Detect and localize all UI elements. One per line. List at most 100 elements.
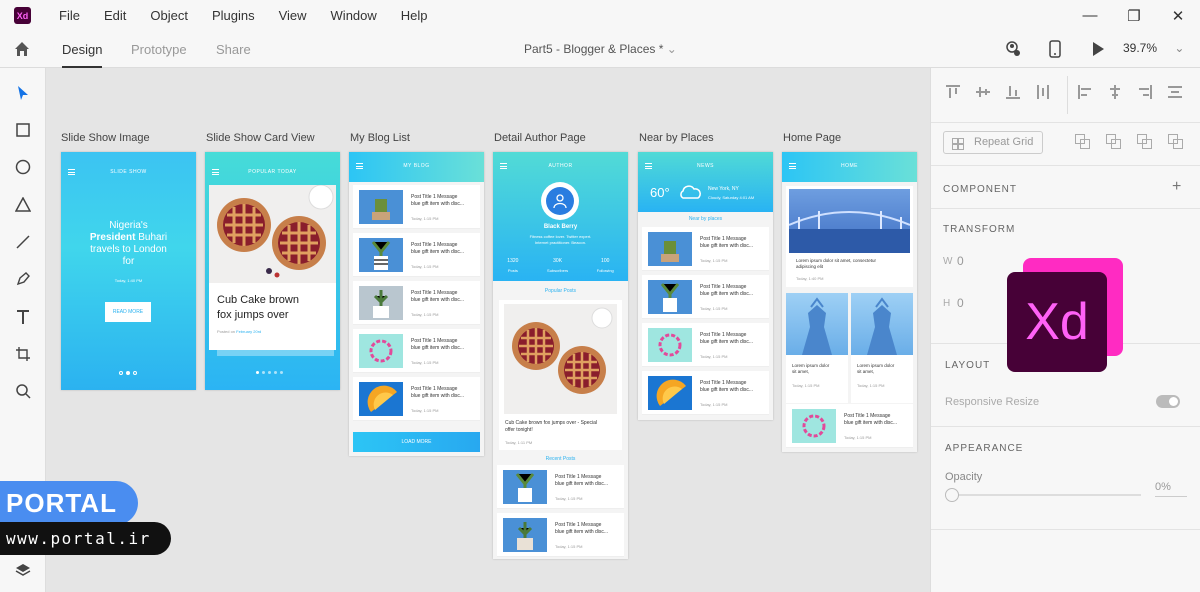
list-item[interactable]: Post Title 1 Message blue gift item with … [353, 281, 480, 325]
minimize-button[interactable]: — [1068, 0, 1112, 31]
list-item[interactable]: Post Title 1 Message blue gift item with … [353, 185, 480, 229]
post-text-line: offer tonight! [505, 427, 533, 433]
boolean-intersect-icon[interactable] [1137, 134, 1152, 154]
play-icon[interactable] [1091, 41, 1105, 62]
design-canvas[interactable]: Slide Show Image SLIDE SHOW Nigeria's Pr… [46, 68, 930, 592]
artboard-places[interactable]: NEWS 60° New York, NY Cloudy, Saturday 4… [638, 152, 773, 420]
post-date: Today, 1:15 PM [700, 258, 728, 263]
text-tool-icon[interactable] [13, 307, 33, 327]
headline-line: travels to London [90, 244, 167, 255]
layers-icon[interactable] [13, 560, 33, 580]
statue-image [786, 293, 848, 355]
maximize-button[interactable]: ❐ [1112, 0, 1156, 31]
distribute-vertical-icon[interactable] [1035, 84, 1051, 105]
grid-icon [952, 137, 964, 158]
artboard-label[interactable]: Slide Show Card View [206, 132, 315, 144]
list-item[interactable]: Post Title 1 Message blue gift item with … [497, 513, 624, 557]
menu-edit[interactable]: Edit [92, 8, 138, 23]
artboard-label[interactable]: My Blog List [350, 132, 410, 144]
menu-object[interactable]: Object [138, 8, 200, 23]
align-center-icon[interactable] [1107, 84, 1123, 105]
opacity-slider[interactable] [953, 494, 1141, 496]
tab-prototype[interactable]: Prototype [131, 31, 187, 68]
boolean-exclude-icon[interactable] [1168, 134, 1183, 154]
align-middle-icon[interactable] [975, 84, 991, 105]
distribute-horizontal-icon[interactable] [1167, 84, 1183, 105]
post-excerpt: blue gift item with disc... [844, 420, 898, 426]
post-title: Post Title 1 Message [411, 338, 458, 344]
zoom-select[interactable]: 39.7% ⌄ [1123, 41, 1184, 55]
list-item[interactable]: Post Title 1 Message blue gift item with … [353, 329, 480, 373]
post-title: Post Title 1 Message [700, 380, 747, 386]
list-item[interactable]: Post Title 1 Message blue gift item with … [642, 371, 769, 415]
menu-file[interactable]: File [47, 8, 92, 23]
artboard-label[interactable]: Near by Places [639, 132, 714, 144]
menu-plugins[interactable]: Plugins [200, 8, 267, 23]
read-more-button[interactable]: READ MORE [105, 302, 151, 322]
tab-share[interactable]: Share [216, 31, 251, 68]
section-title: Popular Posts [544, 288, 577, 294]
polygon-tool-icon[interactable] [13, 195, 33, 215]
hero-card[interactable]: Lorem ipsum dolor sit amet, consectetur a… [786, 186, 913, 287]
height-input[interactable]: 0 [957, 296, 964, 310]
artboard-label[interactable]: Slide Show Image [61, 132, 150, 144]
boolean-add-icon[interactable] [1075, 134, 1090, 154]
artboard-bloglist[interactable]: MY BLOG Post Title 1 Message blue gift it… [349, 152, 484, 456]
align-right-icon[interactable] [1137, 84, 1153, 105]
menu-bar: Xd File Edit Object Plugins View Window … [0, 0, 1200, 31]
list-item[interactable]: Post Title 1 Message blue gift item with … [642, 323, 769, 367]
tab-design[interactable]: Design [62, 31, 103, 68]
card-title: Cub Cake brown fox jumps over [217, 293, 299, 323]
home-icon[interactable] [13, 40, 31, 63]
align-top-icon[interactable] [945, 84, 961, 105]
slide-dots [119, 371, 137, 375]
list-item[interactable]: Post Title 1 Message blue gift item with … [642, 275, 769, 319]
list-item[interactable]: Post Title 1 Message blue gift item with … [497, 465, 624, 509]
artboard-slideshow[interactable]: SLIDE SHOW Nigeria's President Buhari tr… [61, 152, 196, 390]
artboard-cardview[interactable]: POPULAR TODAY Cub Cake brown fox jumps o… [205, 152, 340, 390]
add-component-icon[interactable]: + [1172, 178, 1181, 196]
post-title: Post Title 1 Message [411, 194, 458, 200]
grid-card[interactable]: Lorem ipsum dolor sit amet, Today, 1:15 P… [851, 293, 913, 403]
menu-view[interactable]: View [267, 8, 319, 23]
select-tool-icon[interactable] [13, 83, 33, 103]
grid-card[interactable]: Lorem ipsum dolor sit amet, Today, 1:15 P… [786, 293, 848, 403]
artboard-author[interactable]: AUTHOR Black Berry Fitness coffee lover.… [493, 152, 628, 559]
artboard-header-bar: HOME [782, 152, 917, 182]
align-left-icon[interactable] [1077, 84, 1093, 105]
artboard-tool-icon[interactable] [13, 344, 33, 364]
cloud-icon [678, 184, 702, 205]
menu-window[interactable]: Window [319, 8, 389, 23]
list-item[interactable]: Post Title 1 Message blue gift item with … [353, 233, 480, 277]
featured-card[interactable]: Cub Cake brown fox jumps over Posted on … [209, 184, 336, 350]
responsive-resize-toggle[interactable] [1156, 395, 1180, 408]
user-share-icon[interactable] [1004, 40, 1022, 63]
repeat-grid-button[interactable]: Repeat Grid [943, 131, 1043, 154]
list-item[interactable]: Post Title 1 Message blue gift item with … [786, 404, 913, 448]
close-button[interactable]: ✕ [1156, 0, 1200, 31]
zoom-tool-icon[interactable] [13, 381, 33, 401]
artboard-home[interactable]: HOME Lorem ipsum dolor sit amet, consect… [782, 152, 917, 452]
artboard-label[interactable]: Home Page [783, 132, 841, 144]
document-title[interactable]: Part5 - Blogger & Places * ⌄ [524, 42, 677, 56]
boolean-subtract-icon[interactable] [1106, 134, 1121, 154]
line-tool-icon[interactable] [13, 232, 33, 252]
rectangle-tool-icon[interactable] [13, 120, 33, 140]
post-date: Today, 1:15 PM [411, 360, 439, 365]
grid-card-text: Lorem ipsum dolor sit amet, [792, 363, 829, 375]
opacity-slider-handle[interactable] [945, 488, 959, 502]
post-excerpt: blue gift item with disc... [555, 481, 609, 487]
artboard-label[interactable]: Detail Author Page [494, 132, 586, 144]
align-bottom-icon[interactable] [1005, 84, 1021, 105]
ellipse-tool-icon[interactable] [13, 157, 33, 177]
list-item[interactable]: Post Title 1 Message blue gift item with … [353, 377, 480, 421]
opacity-input[interactable]: 0% [1155, 481, 1187, 497]
pen-tool-icon[interactable] [13, 269, 33, 289]
width-input[interactable]: 0 [957, 254, 964, 268]
portal-watermark: PORTAL [0, 481, 138, 525]
list-item[interactable]: Post Title 1 Message blue gift item with … [642, 227, 769, 271]
mobile-preview-icon[interactable] [1048, 40, 1062, 63]
menu-help[interactable]: Help [389, 8, 440, 23]
popular-post-card[interactable]: Cub Cake brown fox jumps over - Special o… [499, 300, 622, 450]
load-more-button[interactable]: LOAD MORE [353, 432, 480, 452]
